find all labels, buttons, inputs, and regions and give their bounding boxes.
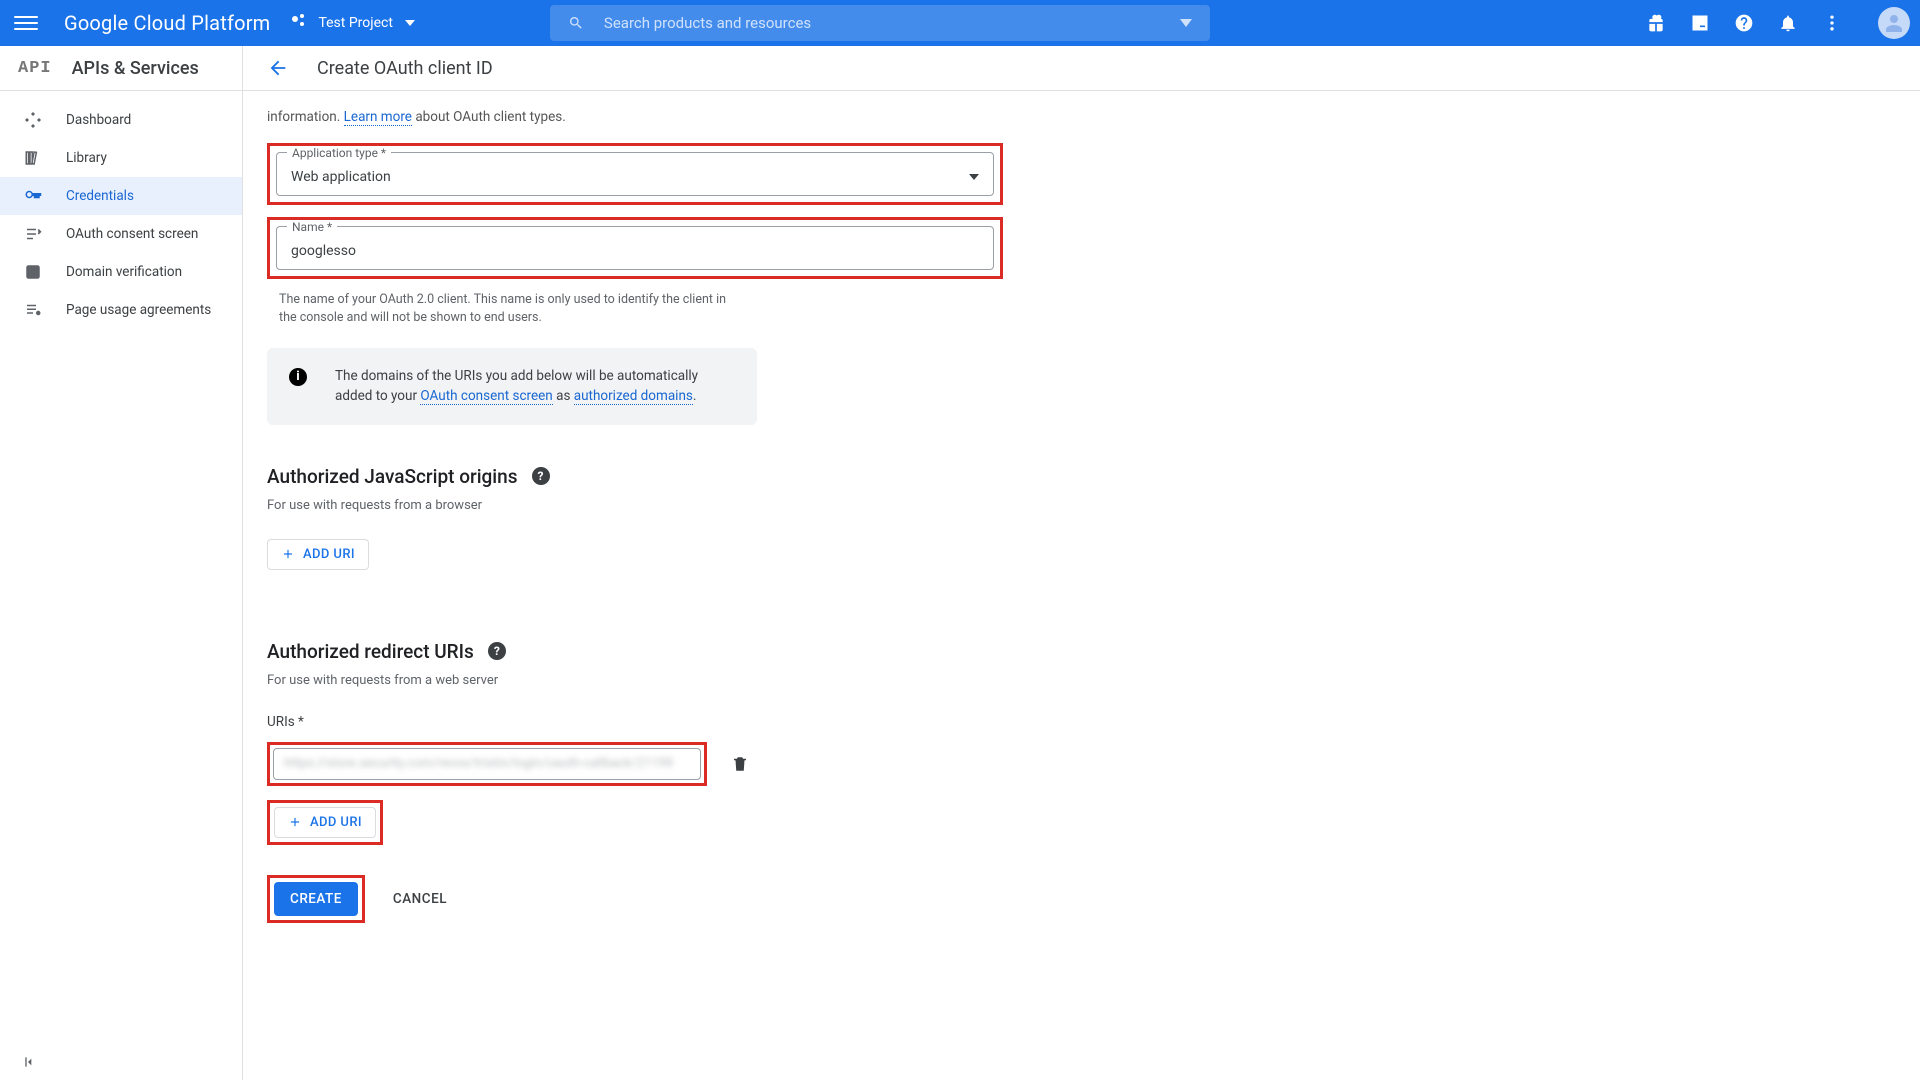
gift-icon[interactable] xyxy=(1646,13,1666,33)
delete-uri-icon[interactable] xyxy=(731,754,749,774)
chevron-down-icon xyxy=(969,174,979,180)
chevron-down-icon xyxy=(405,20,415,26)
sidebar-item-page-usage[interactable]: Page usage agreements xyxy=(0,291,242,329)
app-type-highlight: Application type * Web application xyxy=(267,143,1003,205)
brand-label: Google Cloud Platform xyxy=(64,11,270,35)
dashboard-icon xyxy=(24,111,42,129)
help-icon[interactable]: ? xyxy=(488,642,506,660)
header-actions xyxy=(1646,7,1910,39)
notifications-icon[interactable] xyxy=(1778,13,1798,33)
sidebar-item-label: Dashboard xyxy=(66,112,131,128)
sidebar-item-label: Credentials xyxy=(66,188,134,204)
app-type-label: Application type * xyxy=(287,146,391,160)
page-header: Create OAuth client ID xyxy=(243,46,1920,91)
project-picker[interactable]: Test Project xyxy=(292,14,414,32)
page-title: Create OAuth client ID xyxy=(317,58,493,79)
uri-input[interactable]: https://store.security.com/revox/tristin… xyxy=(273,748,701,780)
content: information. Learn more about OAuth clie… xyxy=(243,91,1003,923)
api-badge: API xyxy=(18,59,52,78)
collapse-sidebar-icon[interactable] xyxy=(22,1054,38,1070)
help-icon[interactable]: ? xyxy=(532,467,550,485)
project-name: Test Project xyxy=(318,15,392,31)
name-label: Name * xyxy=(287,220,337,234)
agreements-icon xyxy=(24,301,42,319)
create-highlight: CREATE xyxy=(267,875,365,923)
library-icon xyxy=(24,149,42,167)
uri-value: https://store.security.com/revox/tristin… xyxy=(284,756,673,771)
sidebar-title: APIs & Services xyxy=(72,58,199,79)
cancel-button[interactable]: CANCEL xyxy=(383,882,457,916)
js-origins-header: Authorized JavaScript origins ? xyxy=(267,465,1003,488)
redirect-desc: For use with requests from a web server xyxy=(267,673,1003,688)
plus-icon xyxy=(281,547,295,561)
uris-label: URIs * xyxy=(267,714,1003,730)
sidebar-item-library[interactable]: Library xyxy=(0,139,242,177)
add-redirect-uri-button[interactable]: ADD URI xyxy=(274,807,376,838)
redirect-header: Authorized redirect URIs ? xyxy=(267,640,1003,663)
add-redirect-highlight: ADD URI xyxy=(267,800,383,845)
redirect-title: Authorized redirect URIs xyxy=(267,640,474,663)
sidebar-item-label: Library xyxy=(66,150,107,166)
info-icon: i xyxy=(289,368,307,386)
more-vert-icon[interactable] xyxy=(1822,13,1842,33)
avatar-icon xyxy=(1882,11,1906,35)
intro-text: information. Learn more about OAuth clie… xyxy=(267,109,1003,125)
name-field[interactable]: Name * xyxy=(276,226,994,270)
check-icon xyxy=(24,263,42,281)
consent-screen-link[interactable]: OAuth consent screen xyxy=(420,388,552,405)
sidebar-item-label: Domain verification xyxy=(66,264,182,280)
app-type-select[interactable]: Application type * Web application xyxy=(276,152,994,196)
search-chevron-icon[interactable] xyxy=(1180,19,1192,27)
info-banner: i The domains of the URIs you add below … xyxy=(267,348,757,425)
authorized-domains-link[interactable]: authorized domains xyxy=(574,388,693,405)
back-arrow-icon[interactable] xyxy=(267,57,289,79)
account-avatar[interactable] xyxy=(1878,7,1910,39)
add-js-origin-button[interactable]: ADD URI xyxy=(267,539,369,570)
js-origins-desc: For use with requests from a browser xyxy=(267,498,1003,513)
sidebar-item-dashboard[interactable]: Dashboard xyxy=(0,101,242,139)
sidebar-item-label: Page usage agreements xyxy=(66,302,211,318)
sidebar-item-label: OAuth consent screen xyxy=(66,226,198,242)
sidebar-nav: Dashboard Library Credentials OAuth cons… xyxy=(0,91,242,1080)
key-icon xyxy=(24,187,42,205)
search-input[interactable] xyxy=(604,14,1158,32)
name-input[interactable] xyxy=(291,243,979,259)
app-type-value: Web application xyxy=(291,169,969,185)
consent-icon xyxy=(24,225,42,243)
plus-icon xyxy=(288,815,302,829)
top-header: Google Cloud Platform Test Project xyxy=(0,0,1920,46)
help-icon[interactable] xyxy=(1734,13,1754,33)
search-box[interactable] xyxy=(550,5,1210,41)
sidebar-header: API APIs & Services xyxy=(0,46,242,91)
name-highlight: Name * xyxy=(267,217,1003,279)
create-button[interactable]: CREATE xyxy=(274,882,358,916)
sidebar-item-credentials[interactable]: Credentials xyxy=(0,177,242,215)
learn-more-link[interactable]: Learn more xyxy=(344,109,412,126)
js-origins-title: Authorized JavaScript origins xyxy=(267,465,518,488)
uri-highlight: https://store.security.com/revox/tristin… xyxy=(267,742,707,786)
name-helper: The name of your OAuth 2.0 client. This … xyxy=(279,291,739,326)
sidebar: API APIs & Services Dashboard Library Cr… xyxy=(0,46,243,1080)
page: Create OAuth client ID information. Lear… xyxy=(243,46,1920,1080)
search-icon xyxy=(568,15,584,31)
menu-icon[interactable] xyxy=(14,16,38,30)
sidebar-item-domain-verification[interactable]: Domain verification xyxy=(0,253,242,291)
uri-row: https://store.security.com/revox/tristin… xyxy=(267,742,1003,786)
action-row: CREATE CANCEL xyxy=(267,875,1003,923)
project-dots-icon xyxy=(292,14,310,32)
sidebar-item-oauth-consent[interactable]: OAuth consent screen xyxy=(0,215,242,253)
cloud-shell-icon[interactable] xyxy=(1690,13,1710,33)
